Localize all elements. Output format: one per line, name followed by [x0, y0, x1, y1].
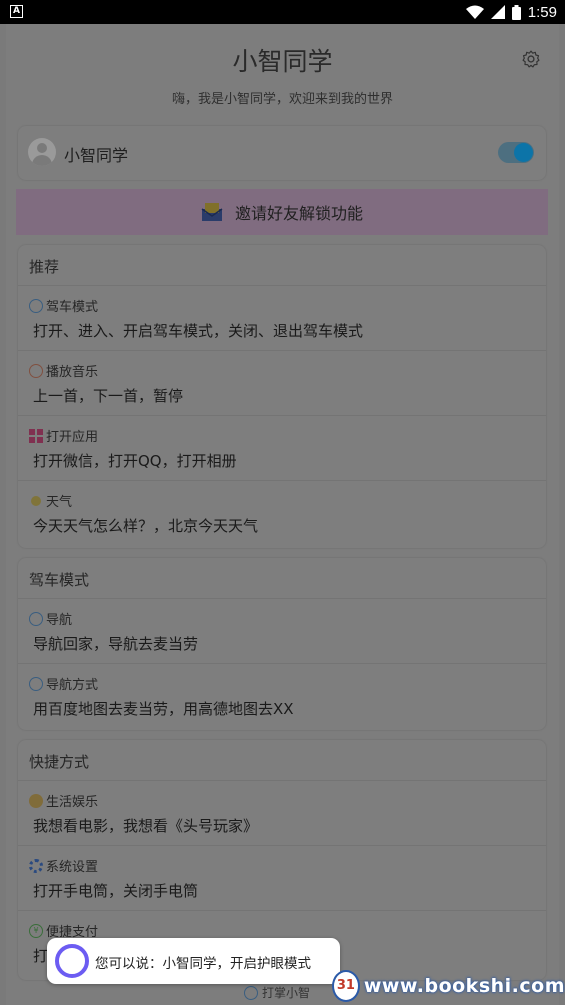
list-item[interactable]: 系统设置 打开手电筒，关闭手电筒: [18, 845, 546, 911]
yen-icon: ¥: [29, 923, 43, 938]
wifi-icon: [465, 5, 484, 19]
status-bar: A 1:59: [0, 0, 565, 24]
voice-ring-icon: [55, 944, 89, 978]
item-category: 天气: [46, 495, 73, 510]
list-item[interactable]: 播放音乐 上一首，下一首，暂停: [18, 350, 546, 416]
gear-icon[interactable]: [521, 49, 541, 69]
avatar[interactable]: [28, 138, 56, 166]
status-icons: 1:59: [465, 2, 557, 22]
notification-icon: A: [10, 5, 23, 18]
steering-icon: [29, 298, 43, 313]
weather-icon: [31, 495, 41, 506]
list-item[interactable]: 打开应用 打开微信，打开QQ，打开相册: [18, 415, 546, 481]
settings-icon: [29, 858, 43, 873]
toast-text: 您可以说：小智同学，开启护眼模式: [95, 956, 311, 972]
list-item[interactable]: 导航 导航回家，导航去麦当劳: [18, 598, 546, 664]
battery-icon: [511, 4, 521, 20]
item-example: 打开手电筒，关闭手电筒: [33, 882, 199, 900]
section-driving-mode: 驾车模式 导航 导航回家，导航去麦当劳 导航方式 用百度地图去麦当劳，用高德地图…: [18, 558, 546, 730]
item-example: 今天天气怎么样？，北京今天天气: [33, 517, 259, 535]
watermark: 31 www.bookshi.com: [332, 966, 565, 1005]
list-item[interactable]: 驾车模式 打开、进入、开启驾车模式，关闭、退出驾车模式: [18, 285, 546, 351]
voice-hint-toast[interactable]: 您可以说：小智同学，开启护眼模式: [47, 938, 340, 984]
list-item[interactable]: 导航方式 用百度地图去麦当劳，用高德地图去XX: [18, 663, 546, 729]
item-example: 打: [33, 947, 49, 965]
item-category: 驾车模式: [46, 300, 99, 315]
navigation-icon: [29, 676, 43, 691]
item-category: 打开应用: [46, 430, 99, 445]
section-title: 推荐: [29, 258, 60, 276]
watermark-logo-icon: 31: [332, 969, 360, 1002]
item-category: 导航: [46, 613, 73, 628]
app-screen: 小智同学 嗨，我是小智同学，欢迎来到我的世界 小智同学 邀请好友解锁功能 推荐 …: [6, 24, 559, 1005]
item-example: 上一首，下一首，暂停: [33, 387, 184, 405]
list-item[interactable]: 生活娱乐 我想看电影，我想看《头号玩家》: [18, 780, 546, 846]
emoji-icon: [29, 793, 43, 808]
signal-icon: [490, 5, 505, 19]
clock: 1:59: [527, 3, 557, 21]
section-title: 快捷方式: [29, 753, 90, 771]
list-item[interactable]: 天气 今天天气怎么样？，北京今天天气: [18, 480, 546, 546]
navigation-icon: [29, 611, 43, 626]
item-example: 用百度地图去麦当劳，用高德地图去XX: [33, 700, 294, 718]
envelope-icon: [201, 203, 223, 221]
navigation-icon: [244, 985, 258, 1000]
invite-banner[interactable]: 邀请好友解锁功能: [16, 189, 548, 235]
watermark-text: www.bookshi.com: [363, 974, 565, 997]
item-example: 导航回家，导航去麦当劳: [33, 635, 199, 653]
item-category: 生活娱乐: [46, 795, 99, 810]
user-name: 小智同学: [64, 146, 129, 165]
apps-icon: [29, 428, 43, 443]
item-category: 导航方式: [46, 678, 99, 693]
section-title: 驾车模式: [29, 571, 90, 589]
page-subtitle: 嗨，我是小智同学，欢迎来到我的世界: [171, 92, 393, 107]
peek-label: 打掌小智: [262, 986, 311, 1000]
invite-label: 邀请好友解锁功能: [234, 204, 363, 223]
page-title: 小智同学: [232, 47, 333, 76]
item-example: 打开微信，打开QQ，打开相册: [33, 452, 237, 470]
assistant-toggle[interactable]: [498, 142, 534, 163]
user-card: 小智同学: [18, 126, 546, 180]
item-category: 播放音乐: [46, 365, 99, 380]
item-example: 打开、进入、开启驾车模式，关闭、退出驾车模式: [33, 322, 364, 340]
section-recommended: 推荐 驾车模式 打开、进入、开启驾车模式，关闭、退出驾车模式 播放音乐 上一首，…: [18, 245, 546, 548]
peek-item[interactable]: 打掌小智: [244, 984, 310, 1001]
item-example: 我想看电影，我想看《头号玩家》: [33, 817, 259, 835]
item-category: 系统设置: [46, 860, 99, 875]
music-icon: [29, 363, 43, 378]
